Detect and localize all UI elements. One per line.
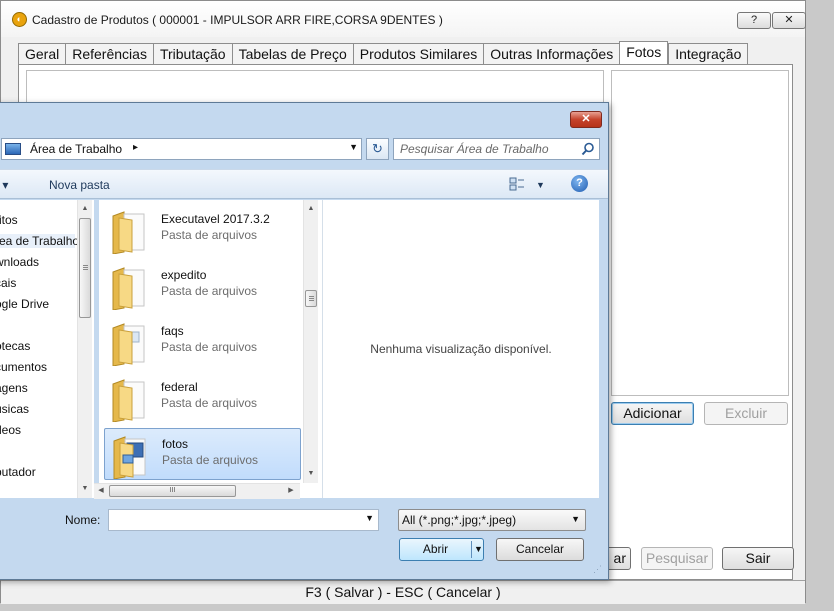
file-type: Pasta de arquivos [161,340,258,354]
file-scrollbar[interactable]: ▲ ▼ [303,200,318,483]
file-name: fotos [162,437,189,451]
help-icon[interactable]: ? [571,175,588,192]
nav-item-musicas[interactable]: úsicas [0,402,29,416]
shortcut-footer: F3 ( Salvar ) - ESC ( Cancelar ) [1,580,805,604]
window-title: Cadastro de Produtos ( 000001 - IMPULSOR… [32,13,443,27]
nav-item-google-drive[interactable]: ogle Drive [0,297,49,311]
address-text: Área de Trabalho [30,142,123,156]
refresh-icon[interactable]: ↻ [366,138,389,160]
file-type: Pasta de arquivos [162,453,259,467]
nav-item-downloads[interactable]: wnloads [0,255,39,269]
file-name: expedito [161,268,207,282]
file-name: faqs [161,324,184,338]
photo-list[interactable] [611,70,789,396]
help-button[interactable]: ? [737,12,771,29]
title-bar: ◐ Cadastro de Produtos ( 000001 - IMPULS… [1,1,806,37]
app-logo-icon: ◐ [12,12,27,27]
folder-icon [112,267,145,310]
list-item[interactable]: federal Pasta de arquivos [104,372,301,424]
tab-integracao[interactable]: Integração [668,43,749,65]
new-folder-button[interactable]: Nova pasta [49,178,110,192]
chevron-down-icon[interactable]: ▼ [365,513,374,523]
delete-photo-button[interactable]: Excluir [704,402,788,425]
file-type: Pasta de arquivos [161,284,258,298]
split-divider [471,541,472,558]
close-button[interactable]: ✕ [772,12,806,29]
cancel-button[interactable]: Cancelar [496,538,584,561]
open-file-dialog: ✕ Área de Trabalho ▸ ▼ ↻ r ▾ Nova pasta … [0,102,609,580]
filename-input[interactable] [112,512,357,528]
scroll-right-icon[interactable]: ▶ [286,486,296,496]
file-name: federal [161,380,198,394]
dialog-close-button[interactable]: ✕ [570,111,602,128]
horizontal-scrollbar[interactable]: ◀ III ▶ [94,483,300,499]
scroll-up-icon[interactable]: ▲ [80,204,90,214]
chevron-down-icon[interactable]: ▼ [474,539,483,560]
nav-scroll-thumb[interactable] [79,218,91,318]
nav-item-bibliotecas[interactable]: otecas [0,339,30,353]
resize-grip-icon[interactable]: ⋰ [593,565,605,579]
scroll-left-icon[interactable]: ◀ [96,486,106,496]
file-type: Pasta de arquivos [161,396,258,410]
folder-icon [113,436,146,479]
address-bar[interactable]: Área de Trabalho ▸ ▼ [1,138,362,160]
tab-fotos[interactable]: Fotos [619,41,669,65]
preview-pane: Nenhuma visualização disponível. [322,200,599,498]
nav-item-locais[interactable]: cais [0,276,16,290]
views-icon[interactable]: ▼ [509,177,545,193]
open-button[interactable]: Abrir ▼ [399,538,484,561]
file-list: Executavel 2017.3.2 Pasta de arquivos ex… [99,200,322,498]
filename-label: Nome: [65,513,101,527]
nav-item-videos[interactable]: deos [0,423,21,437]
organize-button[interactable]: r ▾ [0,178,8,192]
list-item[interactable]: Executavel 2017.3.2 Pasta de arquivos [104,204,301,256]
filetype-select[interactable]: All (*.png;*.jpg;*.jpeg) ▼ [398,509,586,531]
open-button-label: Abrir [422,542,449,556]
search-button[interactable]: Pesquisar [641,547,713,570]
tab-produtos-similares[interactable]: Produtos Similares [352,43,484,65]
nav-item-area-de-trabalho[interactable]: rea de Trabalho [0,234,79,248]
nav-item-favoritos[interactable]: ritos [0,213,18,227]
nav-item-imagens[interactable]: agens [0,381,28,395]
file-name: Executavel 2017.3.2 [161,212,270,226]
filetype-value: All (*.png;*.jpg;*.jpeg) [402,513,517,527]
search-icon[interactable] [581,142,595,156]
tab-strip: Geral Referências Tributação Tabelas de … [18,41,749,65]
address-dropdown-icon[interactable]: ▼ [349,142,358,152]
tab-tabelas-de-preco[interactable]: Tabelas de Preço [231,43,353,65]
nav-scrollbar[interactable]: ▲ ▼ [77,200,92,498]
file-scroll-thumb[interactable] [305,290,317,307]
folder-icon [112,211,145,254]
drive-icon [5,143,21,155]
scroll-down-icon[interactable]: ▼ [80,484,90,494]
folder-icon [112,323,145,366]
scroll-up-icon[interactable]: ▲ [306,204,316,214]
exit-button[interactable]: Sair [722,547,794,570]
filename-combobox: ▼ [108,509,379,531]
add-photo-button[interactable]: Adicionar [611,402,694,425]
tab-tributacao[interactable]: Tributação [152,43,232,65]
list-item[interactable]: faqs Pasta de arquivos [104,316,301,368]
tab-outras-informacoes[interactable]: Outras Informações [483,43,620,65]
chevron-right-icon[interactable]: ▸ [133,142,138,153]
folder-icon [112,379,145,422]
file-type: Pasta de arquivos [161,228,258,242]
list-item-selected[interactable]: fotos Pasta de arquivos [104,428,301,480]
tab-geral[interactable]: Geral [18,43,66,65]
chevron-down-icon: ▼ [571,514,580,524]
nav-item-computador[interactable]: putador [0,465,36,479]
tab-referencias[interactable]: Referências [65,43,153,65]
command-bar: r ▾ Nova pasta ▼ ? [0,169,608,199]
search-box [393,138,600,160]
list-item[interactable]: expedito Pasta de arquivos [104,260,301,312]
search-input[interactable] [400,141,575,157]
navigation-pane: ritos rea de Trabalho wnloads cais ogle … [0,200,94,498]
nav-item-documentos[interactable]: cumentos [0,360,47,374]
hscroll-thumb[interactable]: III [109,485,236,497]
preview-message: Nenhuma visualização disponível. [370,342,552,356]
scroll-down-icon[interactable]: ▼ [306,469,316,479]
